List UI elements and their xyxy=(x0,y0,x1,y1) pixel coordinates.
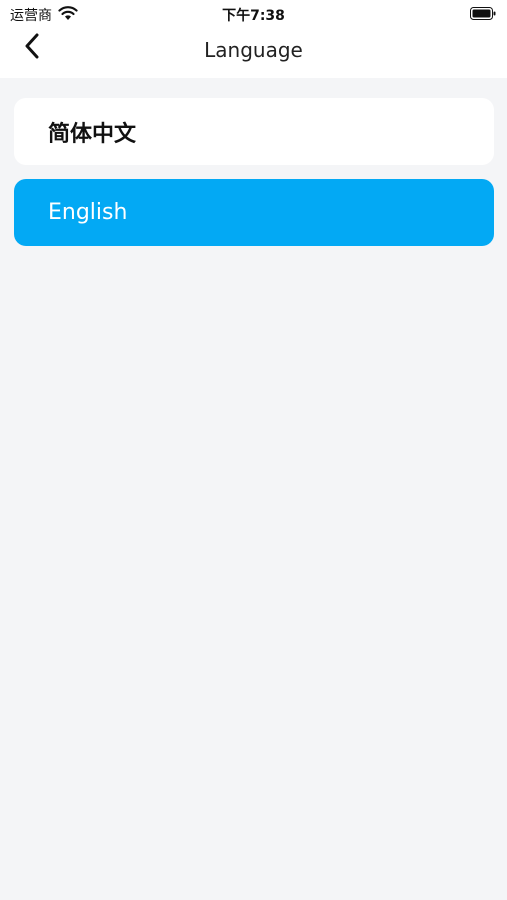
language-option-english[interactable]: English xyxy=(14,179,494,246)
status-bar: 运营商 下午7:38 xyxy=(0,0,507,28)
language-option-label: 简体中文 xyxy=(48,121,137,147)
page-title: Language xyxy=(204,38,303,62)
battery-icon xyxy=(470,7,496,20)
navigation-bar: Language xyxy=(0,28,507,78)
status-time: 下午7:38 xyxy=(222,8,285,24)
language-option-chinese[interactable]: 简体中文 xyxy=(14,98,494,165)
language-option-label: English xyxy=(48,200,128,225)
